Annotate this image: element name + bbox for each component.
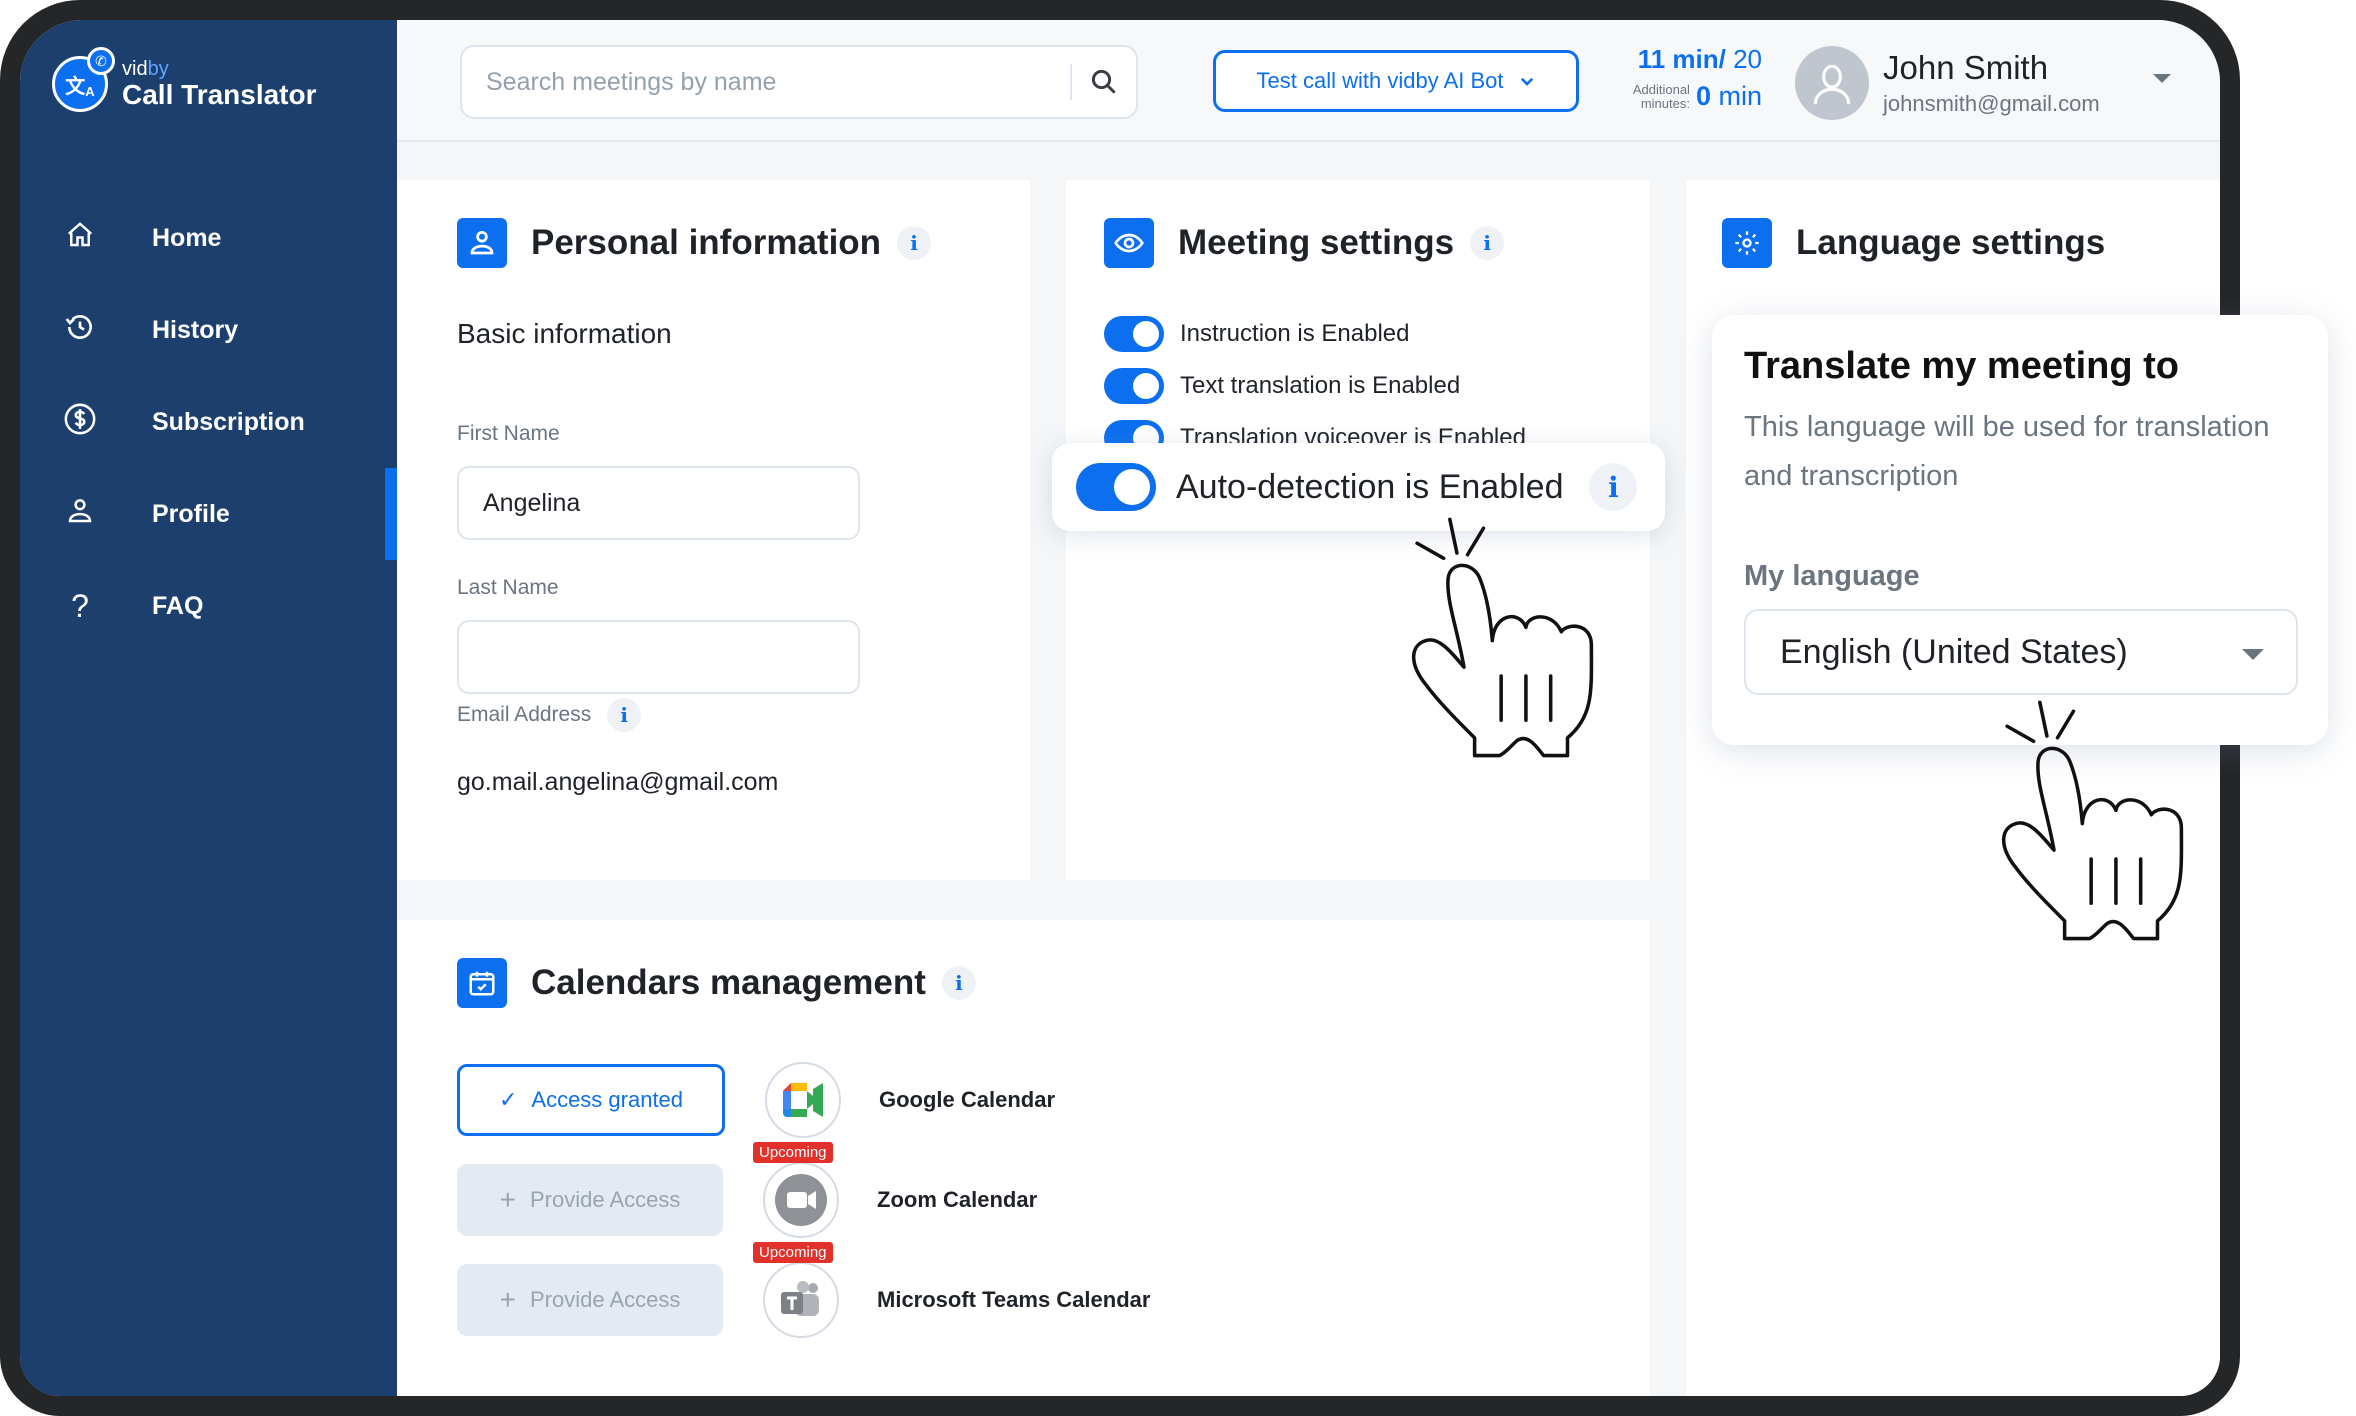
- check-icon: ✓: [498, 1087, 518, 1112]
- calendar-icon: [457, 958, 507, 1008]
- text-translation-toggle-row[interactable]: Text translation is Enabled: [1104, 368, 1460, 404]
- eye-icon: [1104, 218, 1154, 268]
- chevron-down-icon: [1520, 77, 1533, 86]
- test-call-button[interactable]: Test call with vidby AI Bot: [1213, 50, 1579, 112]
- meeting-settings-title: Meeting settings: [1178, 223, 1455, 262]
- auto-detection-toggle[interactable]: [1076, 463, 1156, 511]
- my-language-label: My language: [1744, 560, 1920, 592]
- plus-icon: +: [499, 1184, 516, 1215]
- last-name-field-wrap: [457, 620, 860, 694]
- search-button[interactable]: [1072, 67, 1136, 97]
- basic-information-heading: Basic information: [457, 318, 672, 349]
- text-translation-toggle[interactable]: [1104, 368, 1164, 404]
- sidebar-item-profile[interactable]: Profile: [20, 468, 397, 560]
- email-label: Email Address i: [457, 698, 642, 732]
- additional-minutes: Additional minutes: 0 min: [1632, 81, 1762, 111]
- user-email: johnsmith@gmail.com: [1883, 91, 2100, 116]
- calendar-row-google: ✓ Access granted Google Calendar: [457, 1062, 1055, 1138]
- personal-information-title: Personal information: [531, 223, 882, 262]
- access-granted-button[interactable]: ✓ Access granted: [457, 1064, 725, 1136]
- hand-pointer-icon: [1411, 517, 1594, 758]
- sidebar: 文A ✆ vidby Call Translator Home History …: [20, 20, 397, 1396]
- email-value: go.mail.angelina@gmail.com: [457, 768, 779, 796]
- last-name-field[interactable]: [459, 622, 858, 692]
- info-icon[interactable]: i: [1470, 226, 1505, 260]
- phone-icon: ✆: [87, 47, 115, 75]
- translate-logo-icon: 文A ✆: [52, 47, 115, 112]
- brand-name: vidby: [122, 58, 169, 80]
- language-select[interactable]: English (United States): [1744, 609, 2298, 695]
- info-icon[interactable]: i: [897, 226, 932, 260]
- translate-title: Translate my meeting to: [1744, 345, 2180, 387]
- user-avatar-icon: [1813, 64, 1851, 104]
- sidebar-item-faq[interactable]: ? FAQ: [20, 560, 397, 652]
- history-icon: [60, 311, 100, 350]
- dollar-icon: [60, 402, 100, 443]
- sidebar-nav: Home History Subscription Profile ? FAQ: [20, 192, 397, 652]
- info-icon[interactable]: i: [1589, 463, 1638, 511]
- gear-icon: [1722, 218, 1772, 268]
- minutes-used: 11 min/ 20: [1637, 44, 1762, 74]
- google-meet-logo-icon: [765, 1062, 841, 1138]
- sidebar-item-history[interactable]: History: [20, 284, 397, 376]
- teams-logo-icon: Upcoming: [753, 1242, 839, 1338]
- hand-pointer-icon: [2001, 700, 2184, 941]
- app-name: Call Translator: [122, 79, 317, 110]
- translate-description: This language will be used for translati…: [1744, 411, 2270, 492]
- first-name-field[interactable]: [459, 468, 858, 538]
- language-settings-title: Language settings: [1796, 223, 2106, 262]
- calendar-name: Google Calendar: [879, 1087, 1056, 1112]
- translate-language-panel: Translate my meeting to This language wi…: [1712, 315, 2328, 745]
- calendars-management-title: Calendars management: [531, 963, 926, 1002]
- last-name-label: Last Name: [457, 576, 559, 599]
- info-icon[interactable]: i: [941, 966, 976, 1000]
- search-icon: [1091, 69, 1116, 94]
- upcoming-badge: Upcoming: [753, 1242, 833, 1263]
- calendars-management-card: Calendars management i ✓ Access granted …: [397, 920, 1650, 1396]
- calendar-row-zoom: + Provide Access Upcoming Zoom Calendar: [457, 1142, 1038, 1238]
- first-name-field-wrap: [457, 466, 860, 540]
- user-name: John Smith: [1883, 49, 2049, 86]
- calendar-name: Microsoft Teams Calendar: [877, 1287, 1151, 1312]
- question-icon: ?: [71, 587, 89, 624]
- first-name-label: First Name: [457, 422, 560, 445]
- minutes-counter: 11 min/ 20 Additional minutes: 0 min: [1612, 44, 1762, 112]
- app-logo[interactable]: 文A ✆ vidby Call Translator: [52, 47, 317, 112]
- user-menu-caret-icon[interactable]: [2153, 74, 2171, 83]
- instruction-toggle-row[interactable]: Instruction is Enabled: [1104, 316, 1409, 352]
- sidebar-item-home[interactable]: Home: [20, 192, 397, 284]
- calendar-name: Zoom Calendar: [877, 1187, 1038, 1212]
- plus-icon: +: [499, 1284, 516, 1315]
- avatar: [1795, 46, 1869, 120]
- search-box: [460, 45, 1138, 119]
- top-header: Test call with vidby AI Bot 11 min/ 20 A…: [397, 20, 2220, 142]
- dropdown-caret-icon: [2242, 649, 2264, 660]
- home-icon: [60, 220, 100, 257]
- upcoming-badge: Upcoming: [753, 1142, 833, 1163]
- instruction-toggle[interactable]: [1104, 316, 1164, 352]
- provide-access-button[interactable]: + Provide Access: [457, 1264, 723, 1336]
- calendar-row-teams: + Provide Access Upcoming Microsoft Team…: [457, 1242, 1151, 1338]
- provide-access-button[interactable]: + Provide Access: [457, 1164, 723, 1236]
- user-icon: [457, 218, 507, 268]
- sidebar-item-subscription[interactable]: Subscription: [20, 376, 397, 468]
- search-input[interactable]: [462, 47, 1070, 117]
- user-menu[interactable]: John Smith johnsmith@gmail.com: [1795, 46, 2100, 120]
- info-icon[interactable]: i: [607, 698, 642, 732]
- personal-information-card: Personal information i Basic information…: [397, 180, 1030, 880]
- zoom-logo-icon: Upcoming: [753, 1142, 839, 1238]
- user-icon: [60, 496, 100, 533]
